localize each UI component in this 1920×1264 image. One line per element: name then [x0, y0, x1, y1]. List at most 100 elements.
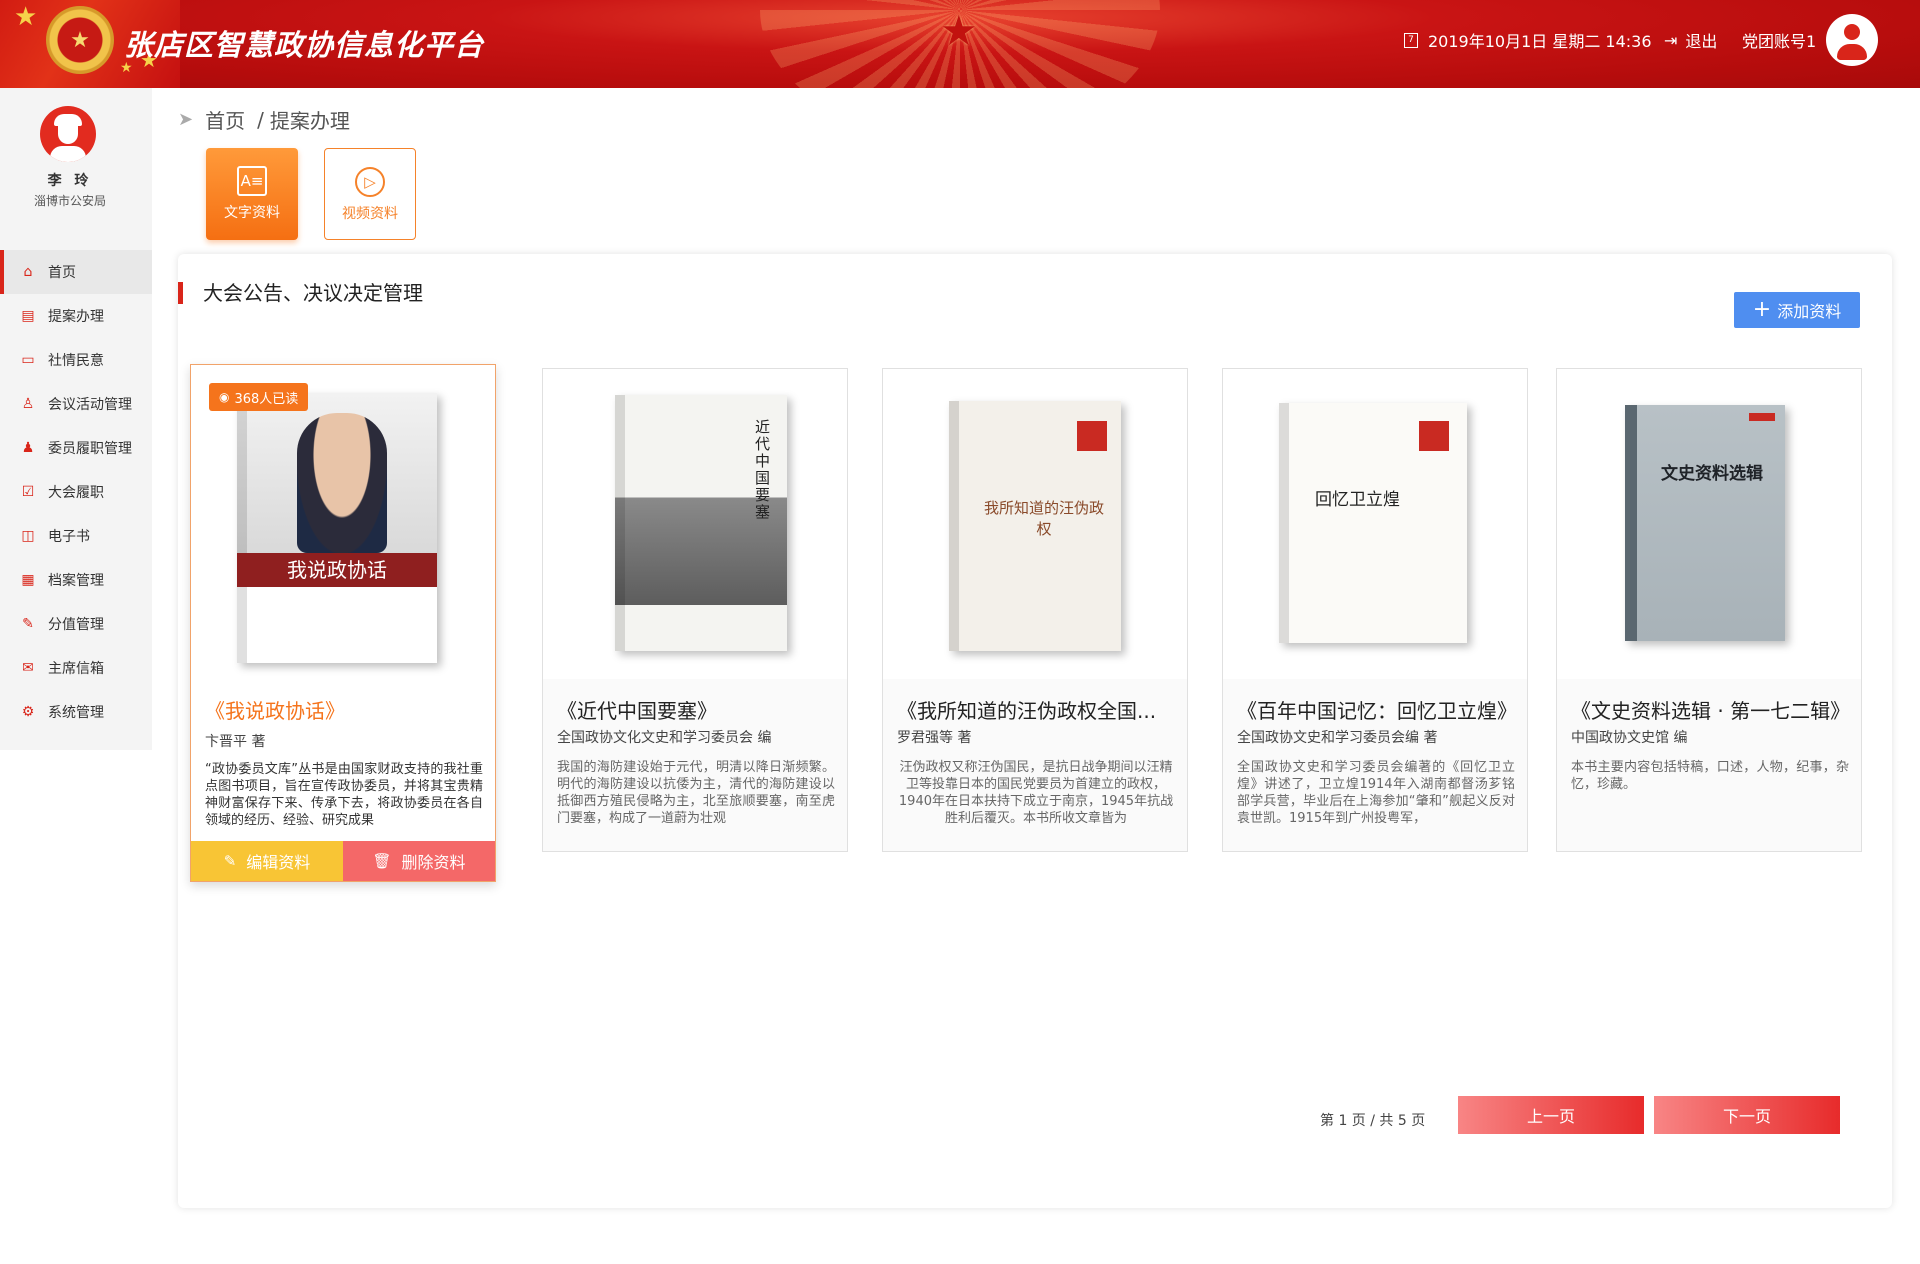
book-author: 罗君强等 著	[897, 730, 972, 746]
sidebar-item-label: 系统管理	[48, 705, 104, 721]
datetime-text: 2019年10月1日 星期二 14:36	[1428, 32, 1652, 51]
tab-label: 视频资料	[342, 206, 398, 222]
page-info: 第 1 页 / 共 5 页	[1320, 1113, 1426, 1129]
gear-icon: ⚙	[21, 704, 35, 720]
clipboard-icon: ☑	[21, 484, 35, 500]
cover-title: 我所知道的汪伪政权	[983, 499, 1104, 538]
profile-avatar	[40, 106, 96, 162]
chat-icon: ▭	[21, 352, 35, 368]
user-avatar[interactable]	[1826, 14, 1878, 66]
sidebar-nav: ⌂ 首页 ▤ 提案办理 ▭ 社情民意 ♙ 会议活动管理 ♟ 委员履职管理 ☑ 大…	[0, 250, 152, 734]
book-card[interactable]: 我所知道的汪伪政权 《我所知道的汪伪政权全国... 罗君强等 著 汪伪政权又称汪…	[882, 368, 1188, 852]
score-icon: ✎	[22, 616, 34, 632]
sidebar-item-label: 电子书	[48, 529, 90, 545]
sidebar-item-member-duties[interactable]: ♟ 委员履职管理	[0, 426, 152, 470]
logout-icon: ⇥	[1664, 30, 1678, 50]
sidebar-item-proposal[interactable]: ▤ 提案办理	[0, 294, 152, 338]
proposal-icon: ▤	[21, 308, 35, 324]
top-header: ★ ★ ★ ★ ★ 张店区智慧政协信息化平台 7 2019年10月1日 星期二 …	[0, 0, 1920, 88]
sidebar-item-score[interactable]: ✎ 分值管理	[0, 602, 152, 646]
book-description: 本书主要内容包括特稿，口述，人物，纪事，杂忆，珍藏。	[1571, 760, 1849, 792]
tab-video-materials[interactable]: ▷ 视频资料	[324, 148, 416, 240]
book-description: 汪伪政权又称汪伪国民，是抗日战争期间以汪精卫等投靠日本的国民党要员为首建立的政权…	[898, 760, 1174, 826]
app-title: 张店区智慧政协信息化平台	[124, 28, 485, 62]
book-cover: 回忆卫立煌	[1223, 369, 1527, 679]
prev-page-button[interactable]: 上一页	[1458, 1096, 1644, 1134]
next-page-button[interactable]: 下一页	[1654, 1096, 1840, 1134]
sidebar: 李 玲 淄博市公安局 ⌂ 首页 ▤ 提案办理 ▭ 社情民意 ♙ 会议活动管理 ♟…	[0, 88, 152, 750]
book-cover: 我说政协话 ◉ 368人已读	[191, 365, 495, 687]
read-count-badge: ◉ 368人已读	[209, 383, 309, 411]
sidebar-item-public-opinion[interactable]: ▭ 社情民意	[0, 338, 152, 382]
card-actions: ✎ 编辑资料 🗑 删除资料	[191, 841, 495, 881]
account-menu[interactable]: 党团账号1	[1742, 28, 1816, 52]
edit-label: 编辑资料	[246, 853, 311, 872]
cover-title: 文史资料选辑	[1661, 464, 1763, 484]
breadcrumb-current: 提案办理	[269, 109, 350, 133]
book-description: “政协委员文库”丛书是由国家财政支持的我社重点图书项目，旨在宣传政协委员，并将其…	[205, 762, 483, 828]
profile-name: 李 玲	[47, 173, 93, 189]
book-author: 全国政协文史和学习委员会编 著	[1237, 730, 1438, 746]
star-icon: ★	[940, 6, 978, 55]
add-material-button[interactable]: + 添加资料	[1734, 292, 1860, 328]
book-cover: 我所知道的汪伪政权	[883, 369, 1187, 679]
book-title: 《百年中国记忆：回忆卫立煌》	[1237, 699, 1517, 723]
plus-icon: +	[1752, 297, 1772, 322]
main-panel: 大会公告、决议决定管理 + 添加资料 我说政协话 ◉ 368人已读 《我说政协话…	[178, 254, 1892, 1208]
sidebar-item-meetings[interactable]: ♙ 会议活动管理	[0, 382, 152, 426]
sidebar-item-label: 档案管理	[48, 573, 104, 589]
book-title: 《文史资料选辑 · 第一七二辑》	[1571, 699, 1851, 723]
logout-button[interactable]: ⇥ 退出	[1664, 28, 1717, 52]
sidebar-item-label: 分值管理	[48, 617, 104, 633]
sidebar-item-home[interactable]: ⌂ 首页	[0, 250, 152, 294]
user-profile: 李 玲 淄博市公安局	[0, 88, 152, 250]
calendar-icon: 7	[1404, 32, 1418, 48]
sidebar-item-label: 提案办理	[48, 309, 104, 325]
add-material-label: 添加资料	[1777, 302, 1842, 321]
cover-title: 回忆卫立煌	[1315, 490, 1400, 510]
book-author: 全国政协文化文史和学习委员会 编	[557, 730, 772, 746]
people-icon: ♙	[21, 396, 35, 412]
book-card[interactable]: 回忆卫立煌 《百年中国记忆：回忆卫立煌》 全国政协文史和学习委员会编 著 全国政…	[1222, 368, 1528, 852]
logout-label: 退出	[1685, 32, 1718, 51]
book-title: 《我说政协话》	[205, 699, 345, 723]
play-icon: ▷	[355, 167, 385, 197]
profile-org: 淄博市公安局	[33, 194, 106, 208]
text-doc-icon: A≡	[237, 166, 267, 196]
book-card[interactable]: 近代中国要塞 《近代中国要塞》 全国政协文化文史和学习委员会 编 我国的海防建设…	[542, 368, 848, 852]
sidebar-item-assembly-duties[interactable]: ☑ 大会履职	[0, 470, 152, 514]
sidebar-item-mailbox[interactable]: ✉ 主席信箱	[0, 646, 152, 690]
sidebar-item-archive[interactable]: ▦ 档案管理	[0, 558, 152, 602]
cover-title: 我说政协话	[237, 553, 437, 587]
sidebar-item-label: 会议活动管理	[48, 397, 132, 413]
book-author: 卞晋平 著	[205, 734, 266, 750]
panel-title: 大会公告、决议决定管理	[178, 282, 423, 304]
trash-icon: 🗑	[372, 852, 392, 870]
account-label: 党团账号1	[1742, 32, 1817, 51]
eye-icon: ◉	[219, 390, 230, 404]
sidebar-item-system[interactable]: ⚙ 系统管理	[0, 690, 152, 734]
sidebar-item-label: 社情民意	[48, 353, 104, 369]
archive-icon: ▦	[21, 572, 35, 588]
breadcrumb-home[interactable]: 首页	[205, 105, 245, 134]
edit-material-button[interactable]: ✎ 编辑资料	[191, 841, 343, 881]
header-datetime: 7 2019年10月1日 星期二 14:36	[1404, 28, 1652, 52]
book-description: 全国政协文史和学习委员会编著的《回忆卫立煌》讲述了，卫立煌1914年入湖南都督汤…	[1237, 760, 1515, 826]
sidebar-item-label: 首页	[48, 265, 76, 281]
cppcc-emblem-icon: ★	[46, 6, 114, 74]
delete-label: 删除资料	[401, 853, 466, 872]
book-title: 《我所知道的汪伪政权全国...	[897, 699, 1157, 723]
pencil-icon: ✎	[223, 852, 237, 870]
navigation-arrow-icon: ➤	[178, 109, 194, 130]
tab-text-materials[interactable]: A≡ 文字资料	[206, 148, 298, 240]
sidebar-item-label: 主席信箱	[48, 661, 104, 677]
sidebar-item-ebook[interactable]: ◫ 电子书	[0, 514, 152, 558]
book-card[interactable]: 文史资料选辑 《文史资料选辑 · 第一七二辑》 中国政协文史馆 编 本书主要内容…	[1556, 368, 1862, 852]
cover-title: 近代中国要塞	[753, 419, 771, 521]
mail-icon: ✉	[22, 660, 34, 676]
delete-material-button[interactable]: 🗑 删除资料	[343, 841, 495, 881]
book-icon: ◫	[21, 528, 35, 544]
book-card[interactable]: 我说政协话 ◉ 368人已读 《我说政协话》 卞晋平 著 “政协委员文库”丛书是…	[190, 364, 496, 882]
breadcrumb-separator: /	[257, 107, 264, 132]
book-cover: 文史资料选辑	[1557, 369, 1861, 679]
